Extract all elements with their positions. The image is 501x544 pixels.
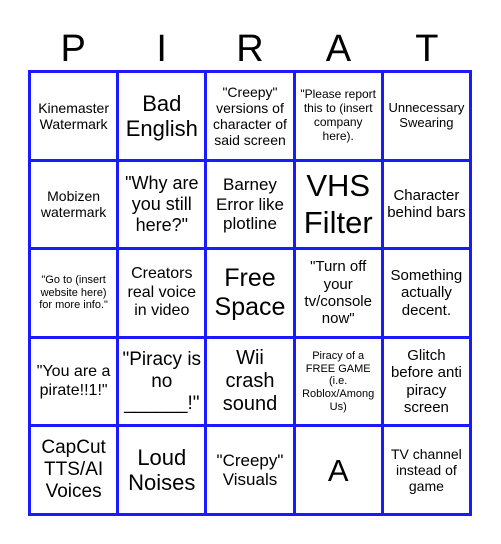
bingo-cell[interactable]: Character behind bars bbox=[383, 161, 469, 248]
bingo-cell[interactable]: "Please report this to (insert company h… bbox=[295, 73, 381, 159]
header-letter: T bbox=[415, 28, 439, 70]
bingo-cell[interactable]: Wii crash sound bbox=[207, 338, 293, 425]
cell-text: Kinemaster Watermark bbox=[38, 99, 109, 132]
bingo-cell[interactable]: A bbox=[295, 427, 381, 513]
cell-text: Glitch before anti piracy screen bbox=[390, 347, 462, 416]
cell-text: Barney Error like plotline bbox=[215, 175, 284, 234]
bingo-cell[interactable]: "Piracy is no ______!" bbox=[119, 338, 205, 425]
cell-text: Wii crash sound bbox=[222, 347, 278, 416]
bingo-cell[interactable]: "Creepy" versions of character of said s… bbox=[207, 73, 293, 159]
cell-text: "Piracy is no ______!" bbox=[122, 348, 202, 414]
bingo-cell[interactable]: Kinemaster Watermark bbox=[31, 73, 117, 159]
cell-text: "Creepy" versions of character of said s… bbox=[213, 83, 287, 148]
bingo-cell[interactable]: Barney Error like plotline bbox=[207, 161, 293, 248]
cell-text: "Go to (insert website here) for more in… bbox=[39, 274, 108, 312]
header-letter: R bbox=[236, 28, 264, 70]
bingo-cell[interactable]: Piracy of a FREE GAME (i.e. Roblox/Among… bbox=[295, 338, 381, 425]
cell-text: CapCut TTS/AI Voices bbox=[41, 437, 106, 503]
bingo-cell[interactable]: Loud Noises bbox=[119, 427, 205, 513]
cell-text: Free Space bbox=[214, 264, 286, 321]
cell-text: Something actually decent. bbox=[390, 267, 463, 319]
cell-text: VHS Filter bbox=[303, 168, 373, 241]
cell-text: "You are a pirate!!1!" bbox=[36, 363, 111, 399]
bingo-cell[interactable]: "Creepy" Visuals bbox=[207, 427, 293, 513]
cell-text: Loud Noises bbox=[128, 444, 196, 496]
bingo-cell[interactable]: Creators real voice in video bbox=[119, 250, 205, 336]
bingo-cell[interactable]: VHS Filter bbox=[295, 161, 381, 248]
cell-text: "Why are you still here?" bbox=[125, 173, 199, 235]
free-space-cell[interactable]: Free Space bbox=[207, 250, 293, 336]
bingo-header: P I R A T bbox=[29, 28, 471, 70]
bingo-cell[interactable]: Mobizen watermark bbox=[31, 161, 117, 248]
bingo-cell[interactable]: "You are a pirate!!1!" bbox=[31, 338, 117, 425]
bingo-cell[interactable]: Something actually decent. bbox=[383, 250, 469, 336]
bingo-cell[interactable]: "Go to (insert website here) for more in… bbox=[31, 250, 117, 336]
cell-text: "Creepy" Visuals bbox=[216, 450, 284, 490]
cell-text: Creators real voice in video bbox=[127, 265, 197, 320]
cell-text: A bbox=[327, 452, 349, 488]
bingo-cell[interactable]: "Why are you still here?" bbox=[119, 161, 205, 248]
cell-text: Piracy of a FREE GAME (i.e. Roblox/Among… bbox=[302, 349, 375, 413]
cell-text: "Turn off your tv/console now" bbox=[304, 258, 372, 328]
bingo-cell[interactable]: TV channel instead of game bbox=[383, 427, 469, 513]
cell-text: TV channel instead of game bbox=[390, 446, 462, 495]
cell-text: Unnecessary Swearing bbox=[388, 99, 465, 130]
cell-text: Mobizen watermark bbox=[40, 188, 107, 221]
bingo-cell[interactable]: Unnecessary Swearing bbox=[383, 73, 469, 159]
bingo-board: Kinemaster Watermark Bad English "Creepy… bbox=[28, 70, 472, 516]
cell-text: Bad English bbox=[125, 90, 198, 141]
bingo-cell[interactable]: Bad English bbox=[119, 73, 205, 159]
cell-text: Character behind bars bbox=[387, 187, 466, 222]
bingo-cell[interactable]: CapCut TTS/AI Voices bbox=[31, 427, 117, 513]
cell-text: "Please report this to (insert company h… bbox=[300, 87, 377, 143]
header-letter: I bbox=[156, 28, 167, 70]
bingo-cell[interactable]: Glitch before anti piracy screen bbox=[383, 338, 469, 425]
header-letter: A bbox=[325, 28, 352, 70]
bingo-cell[interactable]: "Turn off your tv/console now" bbox=[295, 250, 381, 336]
header-letter: P bbox=[60, 28, 86, 70]
